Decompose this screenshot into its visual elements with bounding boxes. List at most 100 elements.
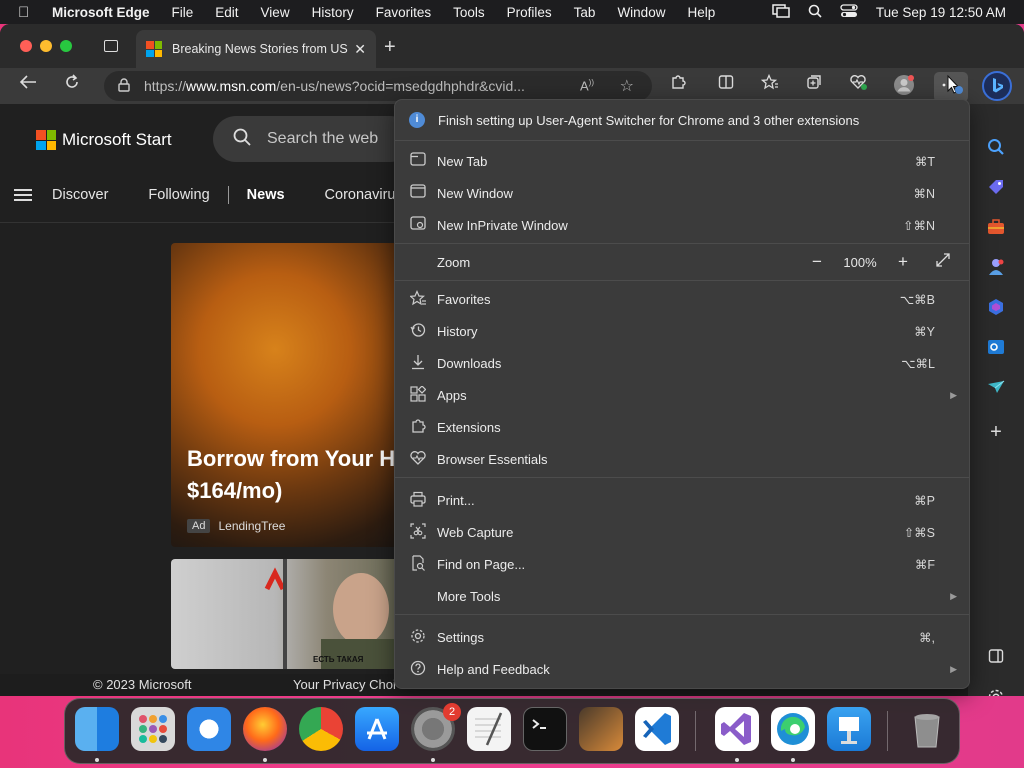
textedit-icon[interactable] — [467, 707, 511, 751]
lock-icon[interactable] — [118, 77, 130, 95]
menu-apps[interactable]: Apps ▶ — [395, 379, 969, 411]
tab-msn-news[interactable]: Breaking News Stories from US ✕ — [136, 30, 376, 68]
favorites-icon[interactable] — [758, 73, 782, 98]
sidebar-settings-gear-icon[interactable] — [986, 688, 1006, 696]
address-bar[interactable]: https://www.msn.com/en-us/news?ocid=msed… — [104, 71, 652, 101]
sidebar-add-icon[interactable]: + — [986, 422, 1006, 442]
sidebar-shopping-tag-icon[interactable] — [986, 178, 1006, 198]
menu-more-tools[interactable]: More Tools ▶ — [395, 580, 969, 612]
menubar-tools[interactable]: Tools — [453, 5, 485, 20]
menubar-favorites[interactable]: Favorites — [376, 5, 432, 20]
menu-new-inprivate-window[interactable]: New InPrivate Window ⇧⌘N — [395, 209, 969, 241]
photo-sign-text: ЕСТЬ ТАКАЯ — [313, 655, 364, 664]
back-arrow-icon[interactable] — [16, 74, 40, 98]
menu-history[interactable]: History ⌘Y — [395, 315, 969, 347]
collections-icon[interactable] — [802, 74, 826, 98]
metro-photo-image — [264, 559, 411, 669]
menu-help-and-feedback[interactable]: Help and Feedback ▶ — [395, 653, 969, 685]
address-url: https://www.msn.com/en-us/news?ocid=msed… — [144, 78, 564, 94]
fullscreen-expand-icon[interactable] — [935, 252, 951, 272]
sidebar-tools-briefcase-icon[interactable] — [986, 218, 1006, 238]
apple-icon[interactable]:  — [18, 4, 38, 21]
menu-label: Settings — [437, 629, 484, 645]
extensions-puzzle-icon[interactable] — [666, 74, 690, 98]
launchpad-icon[interactable] — [131, 707, 175, 751]
extensions-puzzle-icon — [409, 418, 427, 436]
spotlight-search-icon[interactable] — [808, 4, 822, 21]
edge-icon[interactable] — [771, 707, 815, 751]
zoom-in-plus-icon[interactable]: + — [891, 252, 915, 272]
search-icon — [233, 128, 251, 151]
menubar-window[interactable]: Window — [617, 5, 665, 20]
menubar-history[interactable]: History — [312, 5, 354, 20]
news-card-ad[interactable]: Borrow from Your H $164/mo) Ad LendingTr… — [171, 243, 431, 547]
menu-extension-banner[interactable]: i Finish setting up User-Agent Switcher … — [395, 100, 969, 140]
menu-label: Favorites — [437, 291, 491, 307]
settings-and-more-button[interactable] — [934, 72, 968, 102]
sidebar-drop-icon[interactable] — [986, 378, 1006, 398]
menubar-help[interactable]: Help — [687, 5, 715, 20]
news-card-photo[interactable]: ЕСТЬ ТАКАЯ — [171, 559, 431, 669]
nav-following[interactable]: Following — [148, 187, 209, 203]
screen-mirroring-icon[interactable] — [772, 3, 790, 21]
visual-studio-icon[interactable] — [715, 707, 759, 751]
firefox-icon[interactable] — [243, 707, 287, 751]
finder-icon[interactable] — [75, 707, 119, 751]
bing-copilot-icon[interactable] — [982, 71, 1012, 101]
zoom-out-minus-icon[interactable]: − — [805, 252, 829, 272]
menu-web-capture[interactable]: Web Capture ⇧⌘S — [395, 516, 969, 548]
terminal-icon[interactable] — [523, 707, 567, 751]
help-question-icon — [409, 660, 427, 678]
safari-icon[interactable] — [187, 707, 231, 751]
menubar-app-name[interactable]: Microsoft Edge — [52, 5, 150, 20]
keynote-icon[interactable] — [827, 707, 871, 751]
garageband-icon[interactable] — [579, 707, 623, 751]
sidebar-games-icon[interactable] — [986, 258, 1006, 278]
read-aloud-icon[interactable]: A)) — [580, 78, 594, 93]
web-search-box[interactable]: Search the web — [213, 116, 413, 162]
refresh-icon[interactable] — [60, 74, 84, 98]
browser-essentials-heart-icon[interactable] — [846, 74, 870, 98]
menu-label: Browser Essentials — [437, 451, 548, 467]
hamburger-menu-icon[interactable] — [14, 186, 32, 204]
profile-avatar-icon[interactable] — [892, 74, 916, 98]
menubar-clock[interactable]: Tue Sep 19 12:50 AM — [876, 5, 1006, 20]
menu-browser-essentials[interactable]: Browser Essentials — [395, 443, 969, 475]
microsoft-logo-icon — [36, 130, 56, 150]
menubar-file[interactable]: File — [172, 5, 194, 20]
vscode-icon[interactable] — [635, 707, 679, 751]
minimize-window-button[interactable] — [40, 40, 52, 52]
close-window-button[interactable] — [20, 40, 32, 52]
footer-privacy-link[interactable]: Your Privacy Choi — [293, 677, 396, 692]
nav-discover[interactable]: Discover — [52, 187, 108, 203]
menu-settings[interactable]: Settings ⌘, — [395, 621, 969, 653]
split-screen-icon[interactable] — [714, 74, 738, 98]
sidebar-microsoft365-icon[interactable] — [986, 298, 1006, 318]
zoom-window-button[interactable] — [60, 40, 72, 52]
menu-extensions[interactable]: Extensions — [395, 411, 969, 443]
nav-coronavirus[interactable]: Coronavirus — [325, 187, 403, 203]
control-center-icon[interactable] — [840, 3, 858, 21]
new-tab-plus-icon[interactable]: + — [384, 36, 396, 59]
tab-actions-icon[interactable] — [104, 40, 118, 52]
nav-news[interactable]: News — [247, 187, 285, 203]
app-store-icon[interactable] — [355, 707, 399, 751]
menu-new-window[interactable]: New Window ⌘N — [395, 177, 969, 209]
menu-find-on-page[interactable]: Find on Page... ⌘F — [395, 548, 969, 580]
hide-sidebar-icon[interactable] — [986, 648, 1006, 668]
menu-new-tab[interactable]: New Tab ⌘T — [395, 145, 969, 177]
microsoft-start-brand[interactable]: Microsoft Start — [36, 130, 172, 150]
favorite-star-icon[interactable]: ☆ — [620, 76, 634, 96]
menubar-tab[interactable]: Tab — [574, 5, 596, 20]
chrome-icon[interactable] — [299, 707, 343, 751]
menubar-view[interactable]: View — [261, 5, 290, 20]
menu-downloads[interactable]: Downloads ⌥⌘L — [395, 347, 969, 379]
trash-icon[interactable] — [905, 707, 949, 751]
menubar-profiles[interactable]: Profiles — [507, 5, 552, 20]
menu-print[interactable]: Print... ⌘P — [395, 484, 969, 516]
close-tab-icon[interactable]: ✕ — [354, 41, 366, 58]
sidebar-outlook-icon[interactable] — [986, 338, 1006, 358]
menubar-edit[interactable]: Edit — [215, 5, 238, 20]
sidebar-search-icon[interactable] — [986, 138, 1006, 158]
menu-favorites[interactable]: Favorites ⌥⌘B — [395, 283, 969, 315]
